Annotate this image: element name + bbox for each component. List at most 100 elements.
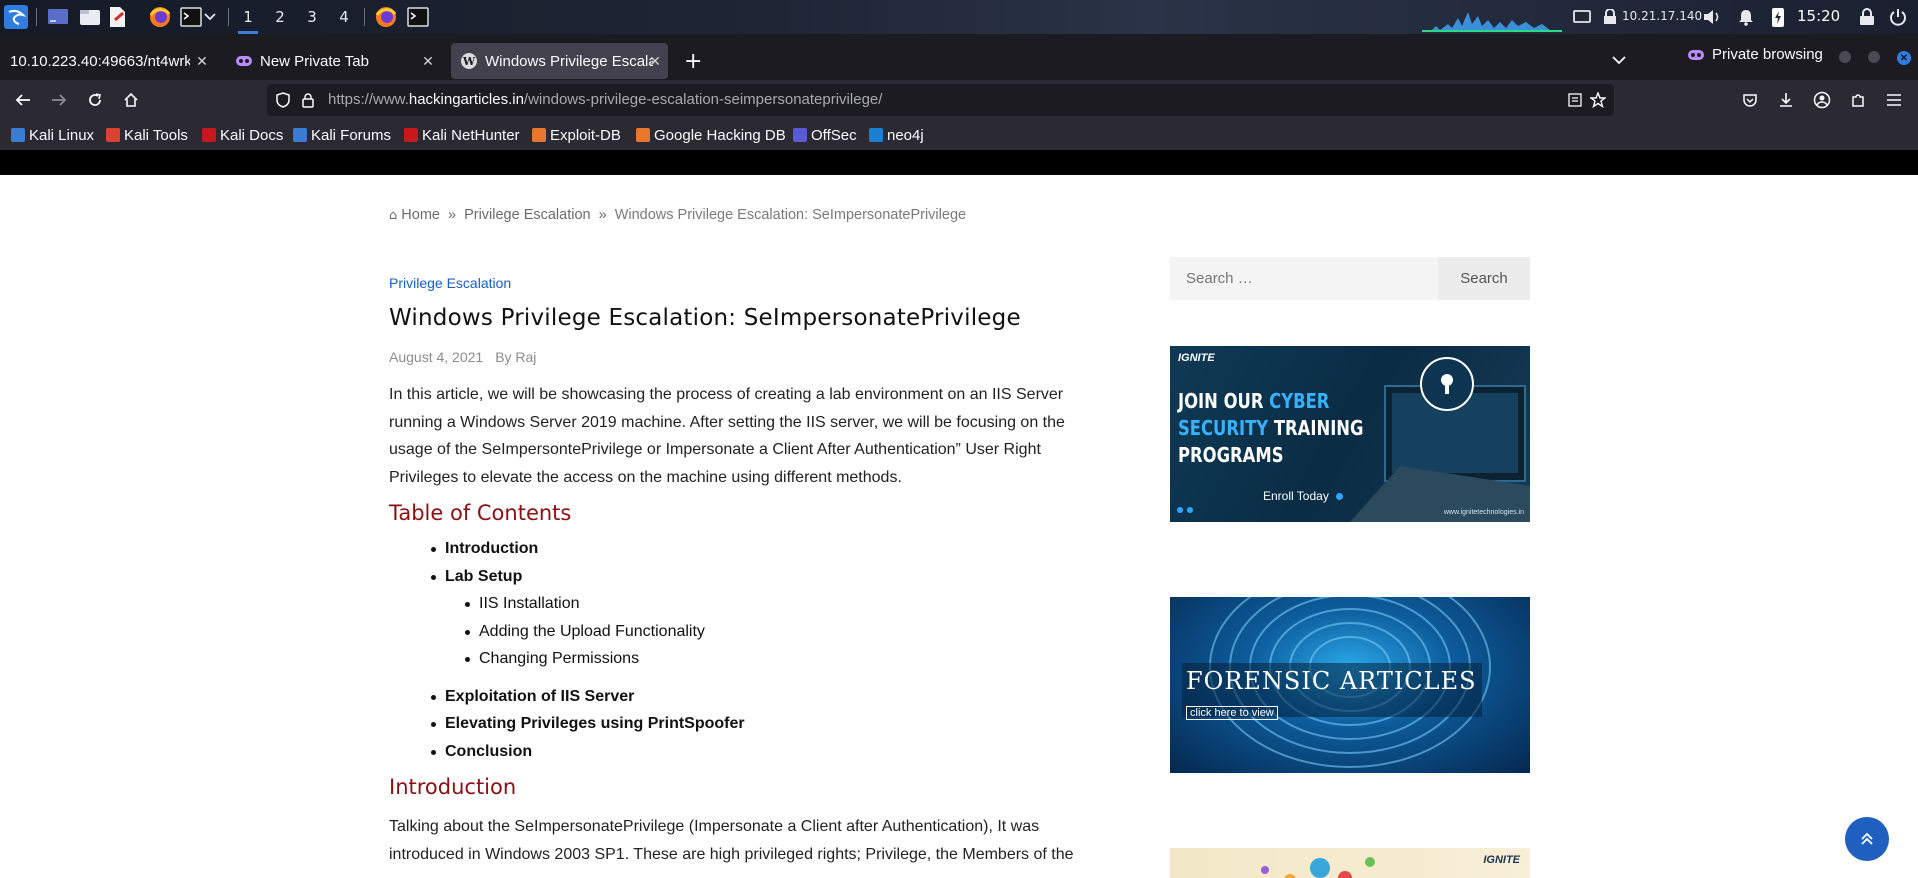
search-button[interactable]: Search bbox=[1438, 257, 1530, 300]
bookmark-google-hacking-db[interactable]: Google Hacking DB bbox=[636, 126, 786, 144]
home-icon[interactable] bbox=[117, 86, 145, 114]
scroll-to-top-button[interactable] bbox=[1845, 817, 1889, 861]
article-title: Windows Privilege Escalation: SeImperson… bbox=[389, 305, 1021, 331]
category-link[interactable]: Privilege Escalation bbox=[389, 275, 1109, 291]
tab-label: New Private Tab bbox=[260, 52, 369, 70]
bookmark-exploit-db[interactable]: Exploit-DB bbox=[532, 126, 621, 144]
battery-power-icon[interactable] bbox=[1766, 5, 1790, 29]
article-author[interactable]: By Raj bbox=[495, 349, 536, 365]
close-tab-icon[interactable]: ✕ bbox=[646, 52, 664, 70]
cyber-training-banner[interactable]: IGNITE JOIN OUR CYBER SECURITY TRAINING … bbox=[1170, 346, 1530, 522]
clock[interactable]: 15:20 bbox=[1797, 7, 1840, 25]
search-input[interactable] bbox=[1170, 257, 1438, 300]
workspace-2[interactable]: 2 bbox=[266, 0, 294, 34]
kali-tools-icon bbox=[106, 128, 120, 142]
reload-icon[interactable] bbox=[81, 86, 109, 114]
kali-docs-icon bbox=[202, 128, 216, 142]
bookmark-neo4j[interactable]: neo4j bbox=[869, 126, 924, 144]
toc-item-exploitation[interactable]: Exploitation of IIS Server bbox=[431, 683, 1109, 711]
forensic-articles-banner[interactable]: FORENSIC ARTICLES click here to view bbox=[1170, 597, 1530, 773]
file-manager-icon[interactable] bbox=[78, 5, 102, 29]
kali-dragon-icon bbox=[11, 128, 25, 142]
terminal-icon[interactable] bbox=[179, 5, 203, 29]
kali-menu-icon[interactable] bbox=[4, 5, 28, 29]
breadcrumb-home-link[interactable]: Home bbox=[401, 207, 440, 223]
forward-arrow-icon[interactable] bbox=[45, 86, 73, 114]
maximize-button[interactable] bbox=[1868, 51, 1880, 63]
web-page-content: ⌂ Home » Privilege Escalation » Windows Priv… bbox=[0, 150, 1918, 878]
enroll-today-cta[interactable]: Enroll Today bbox=[1263, 489, 1344, 503]
bookmark-label: Kali Docs bbox=[220, 126, 284, 144]
padlock-icon[interactable] bbox=[301, 92, 315, 113]
bookmark-kali-tools[interactable]: Kali Tools bbox=[106, 126, 188, 144]
breadcrumb-section-link[interactable]: Privilege Escalation bbox=[464, 207, 591, 223]
bookmark-offsec[interactable]: OffSec bbox=[793, 126, 857, 144]
wordpress-favicon-icon: W bbox=[461, 53, 477, 69]
volume-icon[interactable] bbox=[1700, 5, 1724, 29]
bookmark-kali-docs[interactable]: Kali Docs bbox=[202, 126, 283, 144]
workspace-3[interactable]: 3 bbox=[298, 0, 326, 34]
show-desktop-icon[interactable] bbox=[46, 5, 70, 29]
display-icon[interactable] bbox=[1570, 5, 1594, 29]
taskbar-separator bbox=[36, 8, 37, 26]
toc-subitem-upload-functionality[interactable]: Adding the Upload Functionality bbox=[465, 618, 1109, 646]
toc-item-introduction[interactable]: Introduction bbox=[431, 535, 1109, 563]
toc-subitem-iis-installation[interactable]: IIS Installation bbox=[465, 590, 1109, 618]
breadcrumb-current: Windows Privilege Escalation: SeImperson… bbox=[614, 207, 967, 223]
ad-website: www.ignitetechnologies.in bbox=[1443, 509, 1524, 516]
bookmark-label: Google Hacking DB bbox=[654, 126, 786, 144]
private-mask-icon bbox=[236, 56, 252, 66]
account-icon[interactable] bbox=[1808, 86, 1836, 114]
toc-item-elevating-privileges[interactable]: Elevating Privileges using PrintSpoofer bbox=[431, 710, 1109, 738]
article-date[interactable]: August 4, 2021 bbox=[389, 349, 483, 365]
headline-part: SECURITY bbox=[1178, 416, 1269, 440]
pocket-icon[interactable] bbox=[1736, 86, 1764, 114]
toc-subitem-changing-permissions[interactable]: Changing Permissions bbox=[465, 645, 1109, 673]
offsec-icon bbox=[793, 128, 807, 142]
third-banner[interactable]: IGNITE bbox=[1170, 848, 1530, 878]
notification-bell-icon[interactable] bbox=[1734, 5, 1758, 29]
bookmark-star-icon[interactable] bbox=[1588, 91, 1608, 113]
article-meta: August 4, 2021 By Raj bbox=[389, 349, 1109, 365]
text-editor-icon[interactable] bbox=[105, 5, 129, 29]
minimize-button[interactable] bbox=[1839, 51, 1851, 63]
url-path: /windows-privilege-escalation-seimperson… bbox=[523, 91, 883, 108]
tracking-shield-icon[interactable] bbox=[275, 92, 291, 113]
bookmark-kali-nethunter[interactable]: Kali NetHunter bbox=[404, 126, 520, 144]
bookmark-label: Kali Tools bbox=[124, 126, 188, 144]
click-to-view-cta[interactable]: click here to view bbox=[1186, 706, 1278, 720]
downloads-icon[interactable] bbox=[1772, 86, 1800, 114]
terminal-window-icon[interactable] bbox=[406, 5, 430, 29]
power-icon[interactable] bbox=[1886, 5, 1910, 29]
headline-part: PROGRAMS bbox=[1178, 443, 1284, 467]
tab-ip-address[interactable]: 10.10.223.40:49663/nt4wrks ✕ bbox=[10, 43, 215, 79]
reader-view-icon[interactable] bbox=[1568, 93, 1582, 112]
tab-new-private[interactable]: New Private Tab ✕ bbox=[236, 43, 441, 79]
home-icon: ⌂ bbox=[389, 208, 398, 223]
lock-screen-icon[interactable] bbox=[1855, 5, 1879, 29]
chevron-down-icon[interactable] bbox=[203, 5, 217, 29]
toc-item-lab-setup[interactable]: Lab Setup IIS Installation Adding the Up… bbox=[431, 563, 1109, 673]
cyber-training-headline: JOIN OUR CYBER SECURITY TRAINING PROGRAM… bbox=[1178, 388, 1363, 469]
url-text[interactable]: https://www.hackingarticles.in/windows-p… bbox=[328, 91, 882, 108]
list-all-tabs-icon[interactable] bbox=[1612, 52, 1626, 70]
sidebar-search: Search bbox=[1170, 257, 1530, 300]
back-arrow-icon[interactable] bbox=[9, 86, 37, 114]
hamburger-menu-icon[interactable] bbox=[1880, 86, 1908, 114]
firefox-icon[interactable] bbox=[148, 5, 172, 29]
bookmark-kali-forums[interactable]: Kali Forums bbox=[293, 126, 391, 144]
url-bar[interactable]: https://www.hackingarticles.in/windows-p… bbox=[267, 84, 1614, 116]
close-tab-icon[interactable]: ✕ bbox=[193, 52, 211, 70]
headline-part: CYBER bbox=[1269, 389, 1330, 413]
close-tab-icon[interactable]: ✕ bbox=[419, 52, 437, 70]
toc-item-conclusion[interactable]: Conclusion bbox=[431, 738, 1109, 766]
window-close-button[interactable]: ✕ bbox=[1897, 51, 1911, 65]
workspace-1[interactable]: 1 bbox=[234, 0, 262, 34]
bookmark-kali-linux[interactable]: Kali Linux bbox=[11, 126, 94, 144]
intro-paragraph: In this article, we will be showcasing t… bbox=[389, 386, 1065, 486]
extensions-puzzle-icon[interactable] bbox=[1844, 86, 1872, 114]
tab-windows-privilege-escalation[interactable]: W Windows Privilege Escalation: SeImpers… bbox=[451, 43, 668, 79]
new-tab-button[interactable]: + bbox=[684, 43, 706, 79]
workspace-4[interactable]: 4 bbox=[330, 0, 358, 34]
firefox-window-icon[interactable] bbox=[374, 5, 398, 29]
